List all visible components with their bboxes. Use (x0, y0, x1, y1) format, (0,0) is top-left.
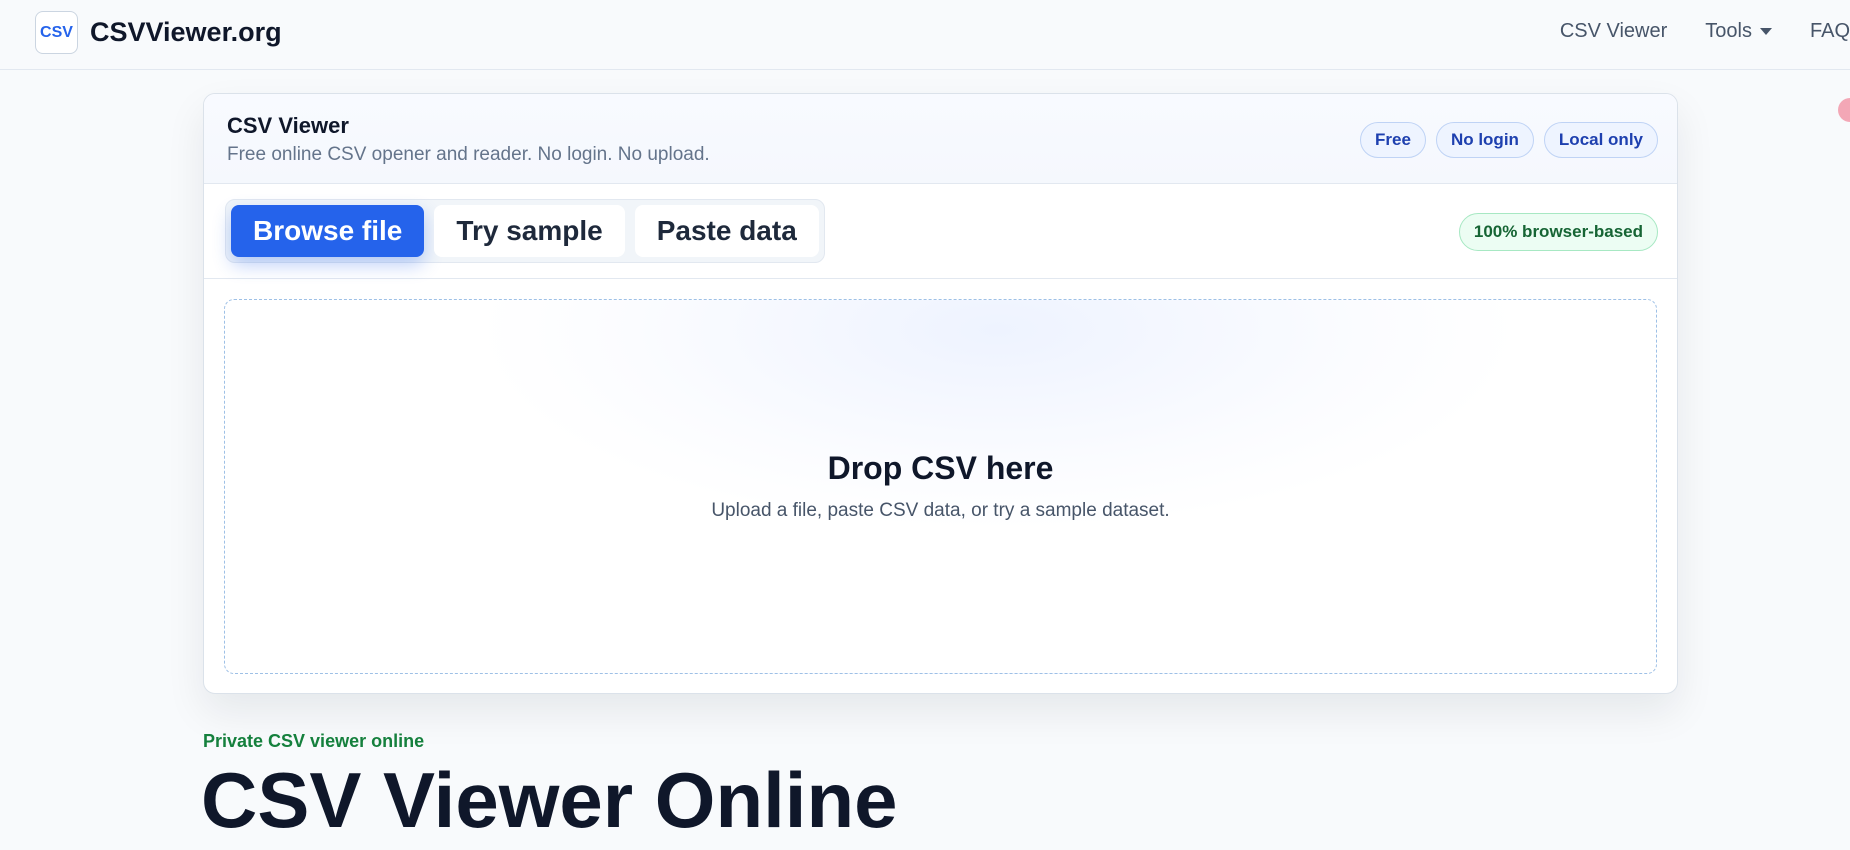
card-header: CSV Viewer Free online CSV opener and re… (204, 94, 1677, 184)
input-mode-group: Browse file Try sample Paste data (225, 199, 825, 263)
csv-dropzone[interactable]: Drop CSV here Upload a file, paste CSV d… (224, 299, 1657, 674)
nav-link-csv-viewer[interactable]: CSV Viewer (1560, 20, 1667, 43)
try-sample-button[interactable]: Try sample (434, 205, 625, 257)
dropzone-subtitle: Upload a file, paste CSV data, or try a … (711, 500, 1170, 521)
browse-file-button[interactable]: Browse file (231, 205, 425, 257)
brand-name: CSVViewer.org (90, 17, 282, 47)
hero-eyebrow: Private CSV viewer online (203, 731, 425, 751)
paste-data-button[interactable]: Paste data (634, 205, 819, 257)
input-toolbar: Browse file Try sample Paste data 100% b… (204, 184, 1677, 279)
chevron-down-icon (1759, 28, 1772, 35)
pill-no-login: No login (1435, 122, 1534, 158)
pill-free: Free (1360, 122, 1426, 158)
nav-link-tools-label: Tools (1705, 20, 1752, 42)
nav-link-tools[interactable]: Tools (1705, 20, 1772, 43)
top-navbar: CSV CSVViewer.org CSV Viewer Tools FAQ (0, 0, 1850, 70)
browser-based-badge: 100% browser-based (1458, 213, 1658, 251)
card-title: CSV Viewer (227, 113, 349, 138)
csv-logo-icon: CSV (35, 11, 78, 54)
brand-link[interactable]: CSV CSVViewer.org (35, 11, 282, 54)
card-subtitle: Free online CSV opener and reader. No lo… (227, 144, 710, 165)
floating-widget-button[interactable] (1838, 98, 1850, 122)
pill-local-only: Local only (1543, 122, 1658, 158)
nav-link-faq[interactable]: FAQ (1810, 20, 1850, 43)
dropzone-title: Drop CSV here (827, 450, 1054, 486)
csv-viewer-card: CSV Viewer Free online CSV opener and re… (203, 93, 1678, 694)
hero-title: CSV Viewer Online (201, 756, 898, 844)
feature-pills: Free No login Local only (1350, 122, 1658, 158)
nav-links: CSV Viewer Tools FAQ (1522, 20, 1850, 43)
